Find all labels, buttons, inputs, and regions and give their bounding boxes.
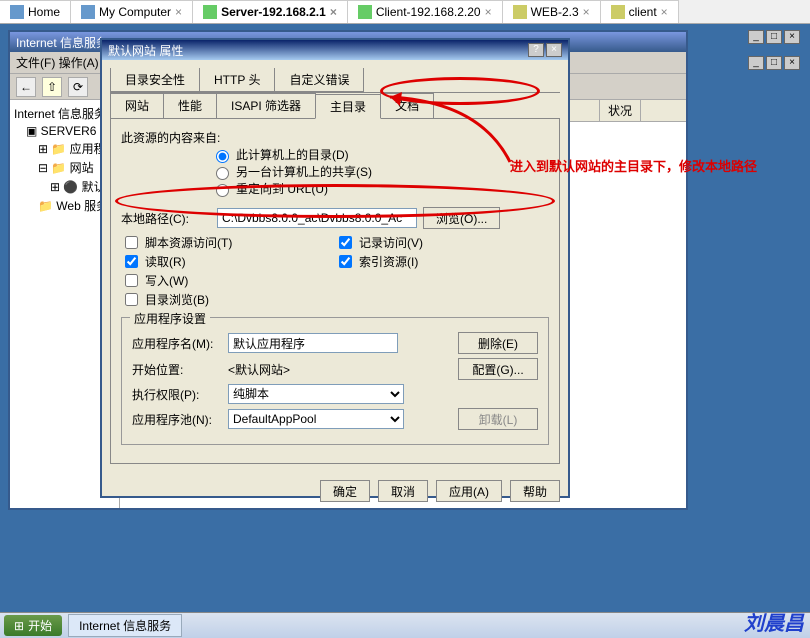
start-label: 开始位置: (132, 361, 222, 378)
cancel-button[interactable]: 取消 (378, 480, 428, 502)
windows-icon: ⊞ (14, 619, 24, 633)
tab-isapi[interactable]: ISAPI 筛选器 (216, 93, 316, 118)
appset-legend: 应用程序设置 (130, 310, 210, 327)
up-button[interactable]: ⇧ (42, 77, 62, 97)
close-icon[interactable]: × (661, 5, 668, 19)
close-button[interactable]: × (784, 56, 800, 70)
vm-tab-home[interactable]: Home (0, 0, 71, 23)
start-value: <默认网站> (228, 361, 398, 378)
refresh-button[interactable]: ⟳ (68, 77, 88, 97)
config-button[interactable]: 配置(G)... (458, 358, 538, 380)
outer-window-controls: _□× (748, 30, 800, 44)
close-button[interactable]: × (784, 30, 800, 44)
maximize-button[interactable]: □ (766, 56, 782, 70)
tab-http-headers[interactable]: HTTP 头 (199, 68, 275, 92)
checkbox-log-access[interactable]: 记录访问(V) (335, 233, 423, 252)
browse-button[interactable]: 浏览(O)... (423, 207, 500, 229)
close-icon[interactable]: × (583, 5, 590, 19)
radio-share[interactable]: 另一台计算机上的共享(S) (211, 163, 549, 180)
home-icon (10, 5, 24, 19)
close-icon[interactable]: × (330, 5, 337, 19)
tab-documents[interactable]: 文档 (380, 93, 434, 118)
watermark: 刘晨昌 (744, 607, 804, 636)
source-label: 此资源的内容来自: (121, 129, 549, 146)
annotation-text: 进入到默认网站的主目录下，修改本地路径 (510, 156, 757, 175)
taskbar-item-iis[interactable]: Internet 信息服务 (68, 614, 182, 637)
help-button[interactable]: 帮助 (510, 480, 560, 502)
checkbox-read[interactable]: 读取(R) (121, 252, 335, 271)
radio-redirect[interactable]: 重定向到 URL(U) (211, 180, 549, 197)
vm-tabbar: Home My Computer× Server-192.168.2.1× Cl… (0, 0, 810, 24)
tab-website[interactable]: 网站 (110, 93, 164, 118)
tab-dir-security[interactable]: 目录安全性 (110, 68, 200, 92)
checkbox-write[interactable]: 写入(W) (121, 271, 335, 290)
close-icon[interactable]: × (485, 5, 492, 19)
vm-icon (203, 5, 217, 19)
pool-label: 应用程序池(N): (132, 411, 222, 428)
ok-button[interactable]: 确定 (320, 480, 370, 502)
tab-home-directory[interactable]: 主目录 (315, 94, 381, 119)
inner-window-controls: _□× (748, 56, 800, 70)
start-button[interactable]: ⊞开始 (4, 615, 62, 636)
appname-input[interactable] (228, 333, 398, 353)
minimize-button[interactable]: _ (748, 30, 764, 44)
col-status[interactable]: 状况 (600, 100, 641, 121)
vm-tab-client1[interactable]: Client-192.168.2.20× (348, 0, 503, 23)
dialog-title: 默认网站 属性 (108, 42, 183, 59)
checkbox-script-access[interactable]: 脚本资源访问(T) (121, 233, 335, 252)
close-icon[interactable]: × (175, 5, 182, 19)
tab-custom-errors[interactable]: 自定义错误 (274, 68, 364, 92)
vm-icon (611, 5, 625, 19)
dialog-tabs-row1: 目录安全性 HTTP 头 自定义错误 (110, 68, 560, 93)
localpath-label: 本地路径(C): (121, 210, 211, 227)
help-button[interactable]: ? (528, 43, 544, 57)
vm-tab-client2[interactable]: client× (601, 0, 679, 23)
remove-button[interactable]: 删除(E) (458, 332, 538, 354)
site-properties-dialog: 默认网站 属性 ?× 目录安全性 HTTP 头 自定义错误 网站 性能 ISAP… (100, 38, 570, 498)
checkbox-dir-browse[interactable]: 目录浏览(B) (121, 290, 335, 309)
minimize-button[interactable]: _ (748, 56, 764, 70)
radio-this-computer[interactable]: 此计算机上的目录(D) (211, 146, 549, 163)
dialog-tabs-row2: 网站 性能 ISAPI 筛选器 主目录 文档 (110, 93, 560, 119)
vm-icon (358, 5, 372, 19)
appname-label: 应用程序名(M): (132, 335, 222, 352)
exec-select[interactable]: 纯脚本 (228, 384, 404, 404)
checkbox-index[interactable]: 索引资源(I) (335, 252, 423, 271)
tab-performance[interactable]: 性能 (163, 93, 217, 118)
dialog-titlebar[interactable]: 默认网站 属性 ?× (102, 40, 568, 60)
close-button[interactable]: × (546, 43, 562, 57)
apply-button[interactable]: 应用(A) (436, 480, 502, 502)
back-button[interactable]: ← (16, 77, 36, 97)
vm-tab-web[interactable]: WEB-2.3× (503, 0, 601, 23)
vm-tab-server[interactable]: Server-192.168.2.1× (193, 0, 348, 23)
unload-button: 卸载(L) (458, 408, 538, 430)
pool-select[interactable]: DefaultAppPool (228, 409, 404, 429)
localpath-input[interactable] (217, 208, 417, 228)
taskbar: ⊞开始 Internet 信息服务 (0, 612, 810, 638)
computer-icon (81, 5, 95, 19)
vm-tab-mycomputer[interactable]: My Computer× (71, 0, 193, 23)
exec-label: 执行权限(P): (132, 386, 222, 403)
maximize-button[interactable]: □ (766, 30, 782, 44)
vm-icon (513, 5, 527, 19)
